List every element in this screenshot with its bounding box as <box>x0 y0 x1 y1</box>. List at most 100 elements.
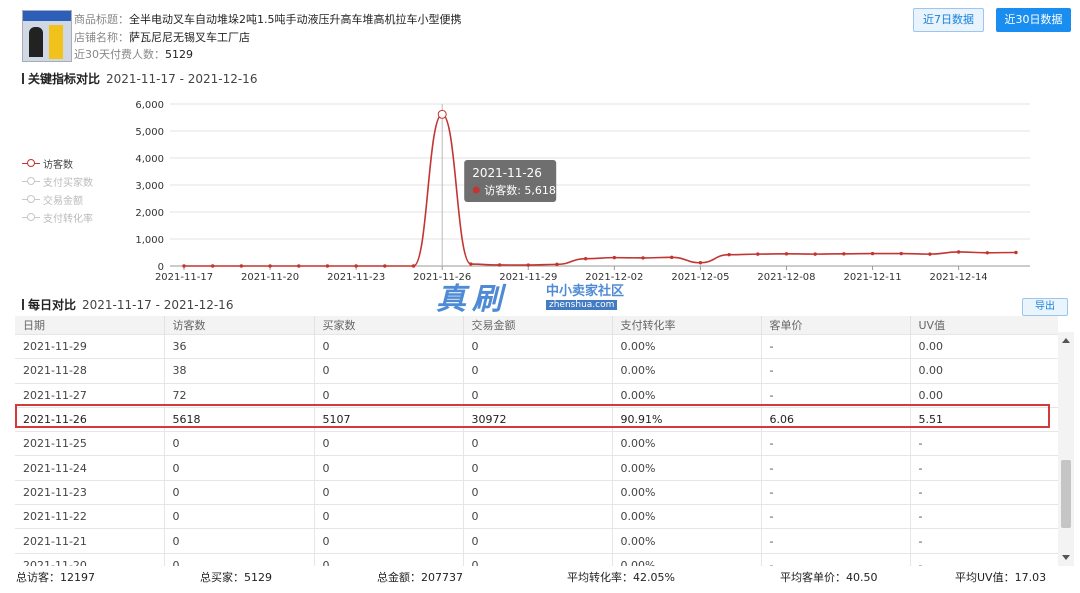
footer-total-buyers: 总买家：5129 <box>200 571 272 584</box>
table-cell: 0.00% <box>612 479 762 505</box>
visitors-line-chart[interactable]: 01,0002,0003,0004,0005,0006,0002021-11-1… <box>0 0 1080 296</box>
table-cell: - <box>761 504 911 529</box>
data-point <box>756 252 760 256</box>
footer-avg-conversion: 平均转化率：42.05% <box>567 571 675 584</box>
table-cell: 2021-11-22 <box>15 504 165 529</box>
table-cell: 0.00 <box>910 358 1058 384</box>
data-point <box>182 264 186 268</box>
y-tick-label: 2,000 <box>135 208 164 219</box>
watermark-cn: 真刷 <box>436 282 508 317</box>
watermark-logo: 真刷 中小卖家社区 zhenshua.com <box>430 274 660 320</box>
data-point <box>670 255 674 260</box>
data-point <box>555 262 559 267</box>
table-cell: 0.00% <box>612 358 762 384</box>
table-cell: 0.00% <box>612 528 762 554</box>
table-cell: 2021-11-25 <box>15 431 165 456</box>
data-point <box>268 264 272 268</box>
x-tick-label: 2021-11-20 <box>241 272 299 283</box>
table-cell: 0 <box>164 504 315 529</box>
y-tick-label: 3,000 <box>135 181 164 192</box>
column-header[interactable]: UV值 <box>910 316 1058 335</box>
daily-section-title: 每日对比 2021-11-17 - 2021-12-16 <box>22 296 233 313</box>
series-line-visitors <box>184 113 1017 267</box>
column-header[interactable]: 客单价 <box>761 316 911 335</box>
table-row[interactable]: 2021-11-21 0 0 0 0.00% - - <box>15 528 1058 554</box>
x-tick-label: 2021-11-23 <box>327 272 385 283</box>
y-tick-label: 6,000 <box>135 100 164 111</box>
x-tick-label: 2021-12-11 <box>843 272 901 283</box>
table-row[interactable]: 2021-11-28 38 0 0 0.00% -0.00 <box>15 358 1058 384</box>
data-point <box>784 252 789 256</box>
tooltip-value: 访客数: 5,618 <box>484 183 556 197</box>
table-cell: 0 <box>164 552 315 566</box>
daily-table: 日期 访客数 买家数 交易金额 支付转化率 客单价 UV值 2021-11-29 36 0 0 0.… <box>15 316 1058 566</box>
data-point <box>497 263 502 267</box>
table-cell: 2021-11-24 <box>15 455 165 481</box>
data-point <box>354 264 358 268</box>
table-row[interactable]: 2021-11-24 0 0 0 0.00% - - <box>15 455 1058 481</box>
table-cell: 0.00% <box>612 431 762 456</box>
export-button[interactable]: 导出 <box>1022 298 1068 316</box>
table-cell: - <box>910 528 1058 554</box>
table-row[interactable]: 2021-11-29 36 0 0 0.00% -0.00 <box>15 333 1058 359</box>
table-cell: - <box>910 431 1058 456</box>
table-cell: 0 <box>314 479 464 505</box>
table-cell: - <box>761 528 911 554</box>
column-header[interactable]: 访客数 <box>164 316 315 335</box>
table-cell: 0 <box>314 333 464 359</box>
data-point <box>583 257 588 261</box>
table-row[interactable]: 2021-11-25 0 0 0 0.00% - - <box>15 431 1058 456</box>
table-row[interactable]: 2021-11-20 0 0 0 0.00% - - <box>15 552 1058 566</box>
table-cell: 0 <box>463 333 613 359</box>
table-cell: 0 <box>164 528 315 554</box>
table-cell: - <box>761 479 911 505</box>
data-point <box>842 252 846 256</box>
data-point <box>612 255 617 260</box>
table-cell: 0 <box>164 431 315 456</box>
table-cell: 0 <box>314 358 464 384</box>
y-tick-label: 4,000 <box>135 154 164 165</box>
table-cell: 0.00 <box>910 333 1058 359</box>
tooltip-series-dot-icon <box>472 186 480 194</box>
table-cell: 0 <box>463 552 613 566</box>
table-cell: 2021-11-20 <box>15 552 165 566</box>
table-cell: 0 <box>164 479 315 505</box>
watermark-url: zhenshua.com <box>546 300 618 310</box>
table-cell: - <box>761 333 911 359</box>
table-cell: 2021-11-23 <box>15 479 165 505</box>
table-cell: 38 <box>164 358 315 384</box>
data-point <box>297 264 301 268</box>
data-point <box>210 264 215 268</box>
scroll-down-icon[interactable] <box>1062 555 1070 560</box>
table-cell: 0 <box>164 455 315 481</box>
table-cell: 0 <box>314 528 464 554</box>
data-point <box>1014 250 1018 255</box>
data-point <box>469 262 473 266</box>
footer-bar <box>0 566 1080 593</box>
scrollbar-thumb[interactable] <box>1061 460 1071 528</box>
table-scrollbar[interactable] <box>1058 332 1074 566</box>
table-cell: 0 <box>463 479 613 505</box>
data-point <box>411 264 416 268</box>
table-cell: 0.00% <box>612 455 762 481</box>
x-tick-label: 2021-12-05 <box>671 272 729 283</box>
table-cell: 0 <box>314 455 464 481</box>
x-tick-label: 2021-11-17 <box>155 272 213 283</box>
table-cell: 0 <box>463 455 613 481</box>
table-cell: 0 <box>463 528 613 554</box>
footer-avg-uv: 平均UV值：17.03 <box>955 571 1047 584</box>
table-cell: - <box>910 504 1058 529</box>
table-cell: 2021-11-29 <box>15 333 165 359</box>
table-cell: - <box>910 455 1058 481</box>
column-header[interactable]: 日期 <box>15 316 165 335</box>
table-cell: 36 <box>164 333 315 359</box>
daily-date-range: 2021-11-17 - 2021-12-16 <box>82 298 234 312</box>
table-cell: - <box>761 552 911 566</box>
table-row[interactable]: 2021-11-23 0 0 0 0.00% - - <box>15 479 1058 505</box>
table-cell: 2021-11-28 <box>15 358 165 384</box>
table-cell: - <box>910 479 1058 505</box>
table-cell: 0 <box>314 552 464 566</box>
scroll-up-icon[interactable] <box>1062 338 1070 343</box>
table-row[interactable]: 2021-11-22 0 0 0 0.00% - - <box>15 504 1058 529</box>
table-cell: 0 <box>463 431 613 456</box>
